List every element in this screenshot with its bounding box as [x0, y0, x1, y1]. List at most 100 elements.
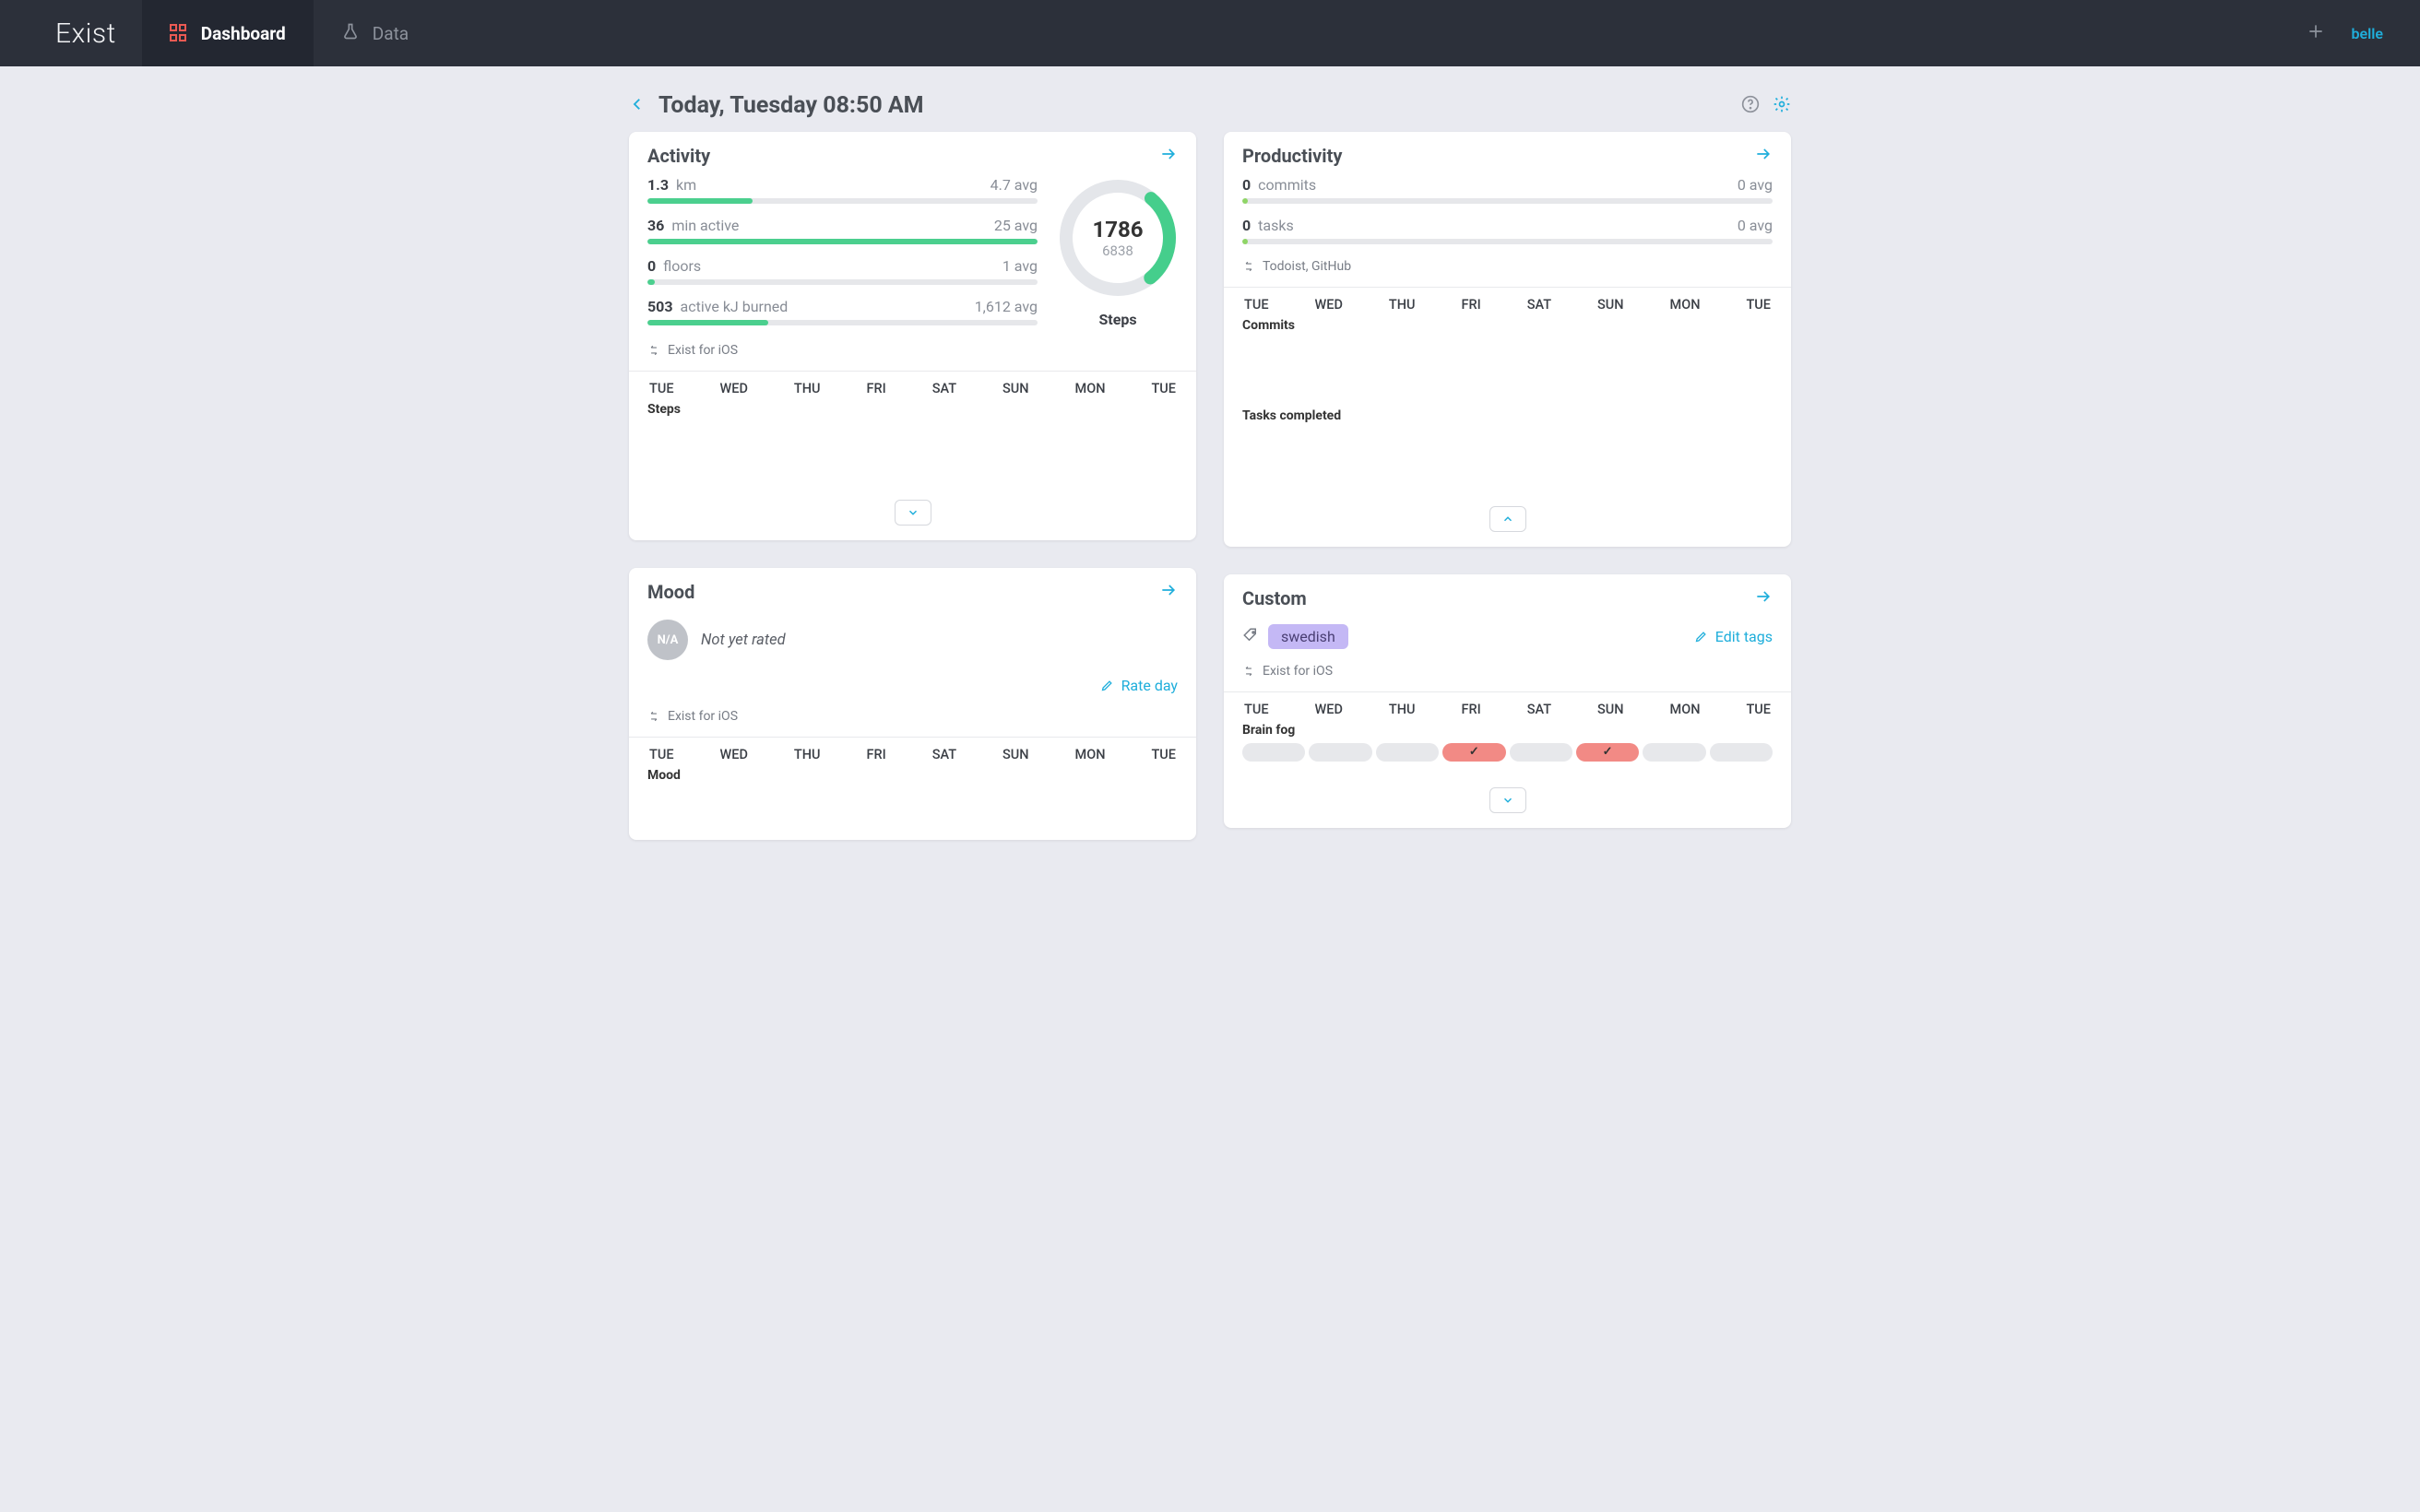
metric-row: 503 active kJ burned 1,612 avg [647, 298, 1038, 325]
day-label: TUE [1244, 297, 1269, 313]
nav-tab-label: Dashboard [201, 23, 286, 44]
day-label: MON [1670, 702, 1701, 717]
day-label: WED [719, 747, 747, 762]
section-label-steps: Steps [647, 402, 1178, 417]
day-labels: TUEWEDTHUFRISATSUNMONTUE [1242, 702, 1773, 717]
add-icon[interactable] [2307, 22, 2325, 44]
donut-value: 1786 [1092, 217, 1143, 242]
card-open-icon[interactable] [1159, 581, 1178, 603]
brainfog-pill[interactable] [1309, 743, 1371, 762]
day-label: SUN [1597, 702, 1624, 717]
card-custom: Custom swedish [1224, 574, 1791, 828]
edit-tags-button[interactable]: Edit tags [1694, 628, 1773, 645]
mood-badge: N/A [647, 620, 688, 660]
data-source: Exist for iOS [647, 343, 1178, 358]
day-label: FRI [866, 381, 885, 396]
nav-tab-dashboard[interactable]: Dashboard [142, 0, 314, 66]
card-open-icon[interactable] [1159, 145, 1178, 167]
card-activity: Activity 1.3 km 4.7 avg 36 min active 25… [629, 132, 1196, 540]
metric-row: 1.3 km 4.7 avg [647, 176, 1038, 204]
day-label: MON [1670, 297, 1701, 313]
day-label: WED [1314, 297, 1342, 313]
mood-bar-chart [647, 785, 1178, 821]
card-title: Productivity [1242, 145, 1342, 167]
brainfog-pill[interactable] [1376, 743, 1439, 762]
day-labels: TUE WED THU FRI SAT SUN MON TUE [647, 381, 1178, 396]
rate-day-button[interactable]: Rate day [647, 677, 1178, 694]
brainfog-pill[interactable] [1643, 743, 1705, 762]
donut-sub: 6838 [1102, 242, 1133, 259]
metric-row: 0 tasks 0 avg [1242, 217, 1773, 244]
card-productivity: Productivity 0 commits 0 avg 0 tasks 0 a… [1224, 132, 1791, 547]
day-label: FRI [866, 747, 885, 762]
user-menu[interactable]: belle [2351, 25, 2383, 42]
day-label: SAT [932, 747, 956, 762]
brainfog-pill[interactable] [1242, 743, 1305, 762]
metric-row: 0 commits 0 avg [1242, 176, 1773, 204]
section-label-mood: Mood [647, 768, 1178, 783]
card-mood: Mood N/A Not yet rated Rate day [629, 568, 1196, 840]
day-label: THU [794, 381, 821, 396]
steps-bar-chart: ✓✓✓ [647, 419, 1178, 474]
day-label: TUE [1746, 297, 1771, 313]
day-label: TUE [1244, 702, 1269, 717]
data-source: Todoist, GitHub [1242, 259, 1773, 274]
dashboard-icon [170, 24, 188, 42]
data-source: Exist for iOS [1242, 664, 1773, 679]
tag-icon [1242, 627, 1259, 647]
day-label: TUE [649, 381, 674, 396]
card-open-icon[interactable] [1754, 587, 1773, 609]
day-label: TUE [649, 747, 674, 762]
section-label-brainfog: Brain fog [1242, 723, 1773, 738]
day-label: MON [1075, 381, 1106, 396]
brainfog-pill[interactable] [1510, 743, 1572, 762]
day-label: SAT [1527, 702, 1551, 717]
data-source: Exist for iOS [647, 709, 1178, 724]
section-label-commits: Commits [1242, 318, 1773, 333]
day-label: SAT [1527, 297, 1551, 313]
day-label: SAT [932, 381, 956, 396]
day-label: SUN [1597, 297, 1624, 313]
expand-button[interactable] [895, 500, 931, 526]
card-title: Mood [647, 581, 694, 603]
day-label: SUN [1002, 381, 1029, 396]
collapse-button[interactable] [1489, 506, 1526, 532]
day-labels: TUE WED THU FRI SAT SUN MON TUE [1242, 297, 1773, 313]
day-labels: TUEWEDTHUFRISATSUNMONTUE [647, 747, 1178, 762]
nav-tab-label: Data [373, 23, 409, 44]
page-header: Today, Tuesday 08:50 AM [629, 92, 1791, 119]
day-label: THU [1389, 297, 1416, 313]
section-label-tasks: Tasks completed [1242, 408, 1773, 423]
day-label: FRI [1461, 297, 1480, 313]
flask-icon [341, 22, 360, 45]
day-label: FRI [1461, 702, 1480, 717]
brainfog-pill-row [1242, 743, 1773, 762]
nav-tab-data[interactable]: Data [314, 0, 436, 66]
metric-row: 0 floors 1 avg [647, 257, 1038, 285]
steps-donut: 1786 6838 Steps [1058, 176, 1178, 328]
settings-icon[interactable] [1773, 95, 1791, 117]
topbar: Exist Dashboard Data belle [0, 0, 2420, 66]
metric-row: 36 min active 25 avg [647, 217, 1038, 244]
brainfog-pill[interactable] [1710, 743, 1773, 762]
brainfog-pill[interactable] [1442, 743, 1505, 762]
card-open-icon[interactable] [1754, 145, 1773, 167]
day-label: TUE [1746, 702, 1771, 717]
expand-button[interactable] [1489, 787, 1526, 813]
day-label: TUE [1151, 381, 1176, 396]
brand-logo[interactable]: Exist [0, 0, 142, 66]
brainfog-pill[interactable] [1576, 743, 1639, 762]
tasks-bar-chart [1242, 425, 1773, 480]
card-title: Activity [647, 145, 710, 167]
page-title: Today, Tuesday 08:50 AM [658, 92, 924, 119]
commits-bar-chart [1242, 335, 1773, 390]
mood-status: Not yet rated [701, 632, 786, 649]
tag-chip[interactable]: swedish [1268, 624, 1348, 649]
prev-day-button[interactable] [629, 96, 646, 116]
day-label: THU [794, 747, 821, 762]
day-label: SUN [1002, 747, 1029, 762]
day-label: MON [1075, 747, 1106, 762]
help-icon[interactable] [1741, 95, 1760, 117]
card-title: Custom [1242, 587, 1307, 609]
day-label: WED [719, 381, 747, 396]
